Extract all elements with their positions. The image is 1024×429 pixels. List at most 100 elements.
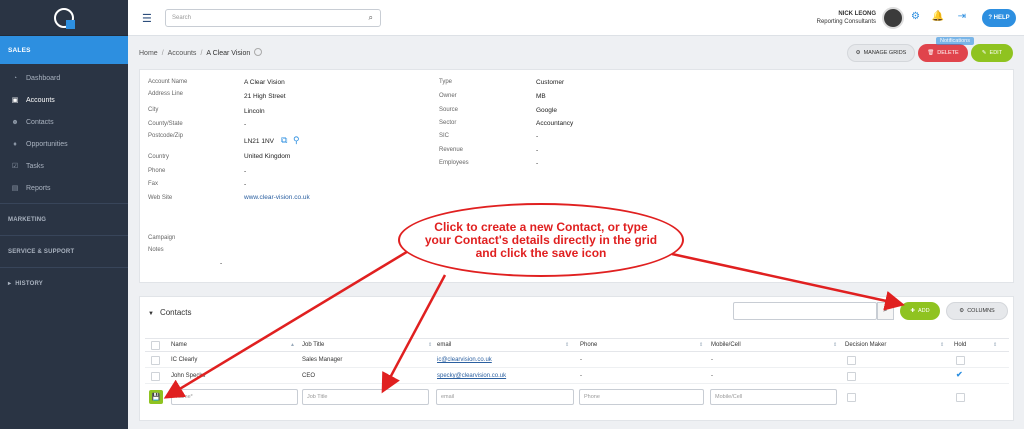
hamburger-icon[interactable]: ☰	[142, 12, 152, 25]
field-label: Source	[439, 107, 459, 113]
sort-icon[interactable]: ⇕	[940, 342, 944, 348]
field-label: County/State	[148, 121, 183, 127]
search-input[interactable]: Search ⌕	[165, 9, 381, 27]
field-label: Country	[148, 154, 170, 160]
table-row[interactable]: IC Clearly Sales Manager ic@clearvision.…	[145, 353, 1009, 368]
add-contact-button[interactable]: ✚ ADD	[900, 302, 940, 320]
columns-button[interactable]: ⚙ COLUMNS	[946, 302, 1008, 320]
new-name-input[interactable]: Name*	[171, 389, 298, 405]
breadcrumb: Home / Accounts / A Clear Vision	[139, 48, 263, 57]
new-phone-input[interactable]: Phone	[579, 389, 704, 405]
field-value: Customer	[536, 79, 565, 86]
field-value: -	[244, 121, 247, 128]
sort-asc-icon[interactable]: ▲	[290, 342, 295, 348]
field-label: Employees	[439, 160, 469, 166]
cell-job-title: CEO	[302, 373, 316, 379]
sort-icon[interactable]: ⇕	[565, 342, 569, 348]
sort-icon[interactable]: ⇕	[833, 342, 837, 348]
hold-checkbox[interactable]	[956, 356, 965, 365]
field-value: -	[536, 133, 539, 140]
sidebar-item-label: Dashboard	[26, 74, 61, 82]
cell-mobile: -	[711, 357, 713, 363]
annotation-callout: Click to create a new Contact, or type y…	[398, 203, 684, 277]
placeholder-mobile: Mobile/Cell	[715, 394, 743, 400]
decision-maker-checkbox[interactable]	[847, 372, 856, 381]
cell-phone: -	[580, 373, 582, 379]
gears-icon[interactable]: ⚙	[911, 11, 920, 22]
edit-button[interactable]: ✎ EDIT	[971, 44, 1013, 62]
save-icon[interactable]: 💾	[149, 390, 163, 404]
search-icon[interactable]: ⌕	[877, 302, 894, 320]
hold-check-icon[interactable]: ✔	[956, 370, 963, 379]
field-label: City	[148, 107, 159, 113]
column-header-phone[interactable]: Phone	[580, 342, 597, 348]
avatar[interactable]	[882, 7, 904, 29]
delete-button[interactable]: 🗑 DELETE	[918, 44, 968, 62]
check-icon: ☑	[11, 163, 19, 170]
section-service-support[interactable]: SERVICE & SUPPORT	[0, 235, 128, 267]
manage-grids-button[interactable]: ⚙ MANAGE GRIDS	[847, 44, 915, 62]
breadcrumb-home[interactable]: Home	[139, 50, 158, 57]
placeholder-name: Name*	[176, 394, 193, 400]
row-checkbox[interactable]	[151, 356, 160, 365]
cell-email[interactable]: specky@clearvision.co.uk	[437, 373, 506, 379]
help-label: HELP	[993, 15, 1010, 21]
field-label: Account Name	[148, 79, 188, 85]
select-all-checkbox[interactable]	[151, 341, 160, 350]
sort-icon[interactable]: ⇕	[428, 342, 432, 348]
info-icon[interactable]	[254, 48, 263, 56]
column-header-name[interactable]: Name	[171, 342, 187, 348]
section-sales[interactable]: SALES	[0, 36, 128, 64]
bell-icon[interactable]: 🔔	[932, 11, 944, 22]
section-marketing[interactable]: MARKETING	[0, 203, 128, 235]
decision-maker-checkbox[interactable]	[847, 356, 856, 365]
cell-name: John Specks	[171, 373, 206, 379]
help-icon: ?	[988, 15, 992, 21]
cell-phone: -	[580, 357, 582, 363]
column-header-hold[interactable]: Hold	[954, 342, 966, 348]
manage-grids-label: MANAGE GRIDS	[863, 50, 907, 56]
cell-email[interactable]: ic@clearvision.co.uk	[437, 357, 492, 363]
placeholder-job-title: Job Title	[307, 394, 328, 400]
sidebar-item-accounts[interactable]: ▣ Accounts	[0, 89, 128, 111]
contacts-title[interactable]: ▼ Contacts	[148, 308, 192, 317]
new-hold-checkbox[interactable]	[956, 393, 965, 402]
logout-icon[interactable]: ⇥	[958, 11, 966, 22]
new-job-title-input[interactable]: Job Title	[302, 389, 429, 405]
bulb-icon: ♦	[13, 140, 17, 148]
callout-text: Click to create a new Contact, or type y…	[424, 219, 658, 260]
sidebar-item-contacts[interactable]: ☻ Contacts	[0, 111, 128, 133]
website-link[interactable]: www.clear-vision.co.uk	[244, 194, 310, 201]
search-icon[interactable]: ⌕	[369, 13, 373, 23]
column-header-decision-maker[interactable]: Decision Maker	[845, 342, 886, 348]
sidebar-item-label: Reports	[26, 184, 51, 192]
help-button[interactable]: ? HELP	[982, 9, 1016, 27]
delete-label: DELETE	[937, 50, 959, 56]
map-pin-icon[interactable]: ⚲	[293, 135, 300, 146]
field-label: Campaign	[148, 235, 176, 241]
user-info[interactable]: NICK LEONG Reporting Consultants	[817, 10, 876, 26]
field-value: -	[536, 160, 539, 167]
table-row[interactable]: John Specks CEO specky@clearvision.co.uk…	[145, 369, 1009, 384]
new-mobile-input[interactable]: Mobile/Cell	[710, 389, 837, 405]
sort-icon[interactable]: ⇕	[993, 342, 997, 348]
row-checkbox[interactable]	[151, 372, 160, 381]
column-header-mobile[interactable]: Mobile/Cell	[711, 342, 741, 348]
sidebar-item-dashboard[interactable]: ◔ Dashboard	[0, 67, 128, 89]
section-history[interactable]: ▸ HISTORY	[0, 267, 128, 299]
column-header-email[interactable]: email	[437, 342, 451, 348]
new-decision-maker-checkbox[interactable]	[847, 393, 856, 402]
sidebar-item-tasks[interactable]: ☑ Tasks	[0, 155, 128, 177]
sidebar-item-opportunities[interactable]: ♦ Opportunities	[0, 133, 128, 155]
app-logo[interactable]	[0, 0, 128, 36]
copy-icon[interactable]: ⧉	[281, 135, 287, 146]
field-label: Revenue	[439, 147, 464, 153]
sort-icon[interactable]: ⇕	[699, 342, 703, 348]
field-value: United Kingdom	[244, 153, 291, 160]
sidebar-item-label: Opportunities	[26, 140, 68, 148]
breadcrumb-accounts[interactable]: Accounts	[168, 50, 197, 57]
new-email-input[interactable]: email	[436, 389, 574, 405]
contacts-search-input[interactable]	[733, 302, 877, 320]
column-header-job-title[interactable]: Job Title	[302, 342, 324, 348]
sidebar-item-reports[interactable]: ▤ Reports	[0, 177, 128, 199]
